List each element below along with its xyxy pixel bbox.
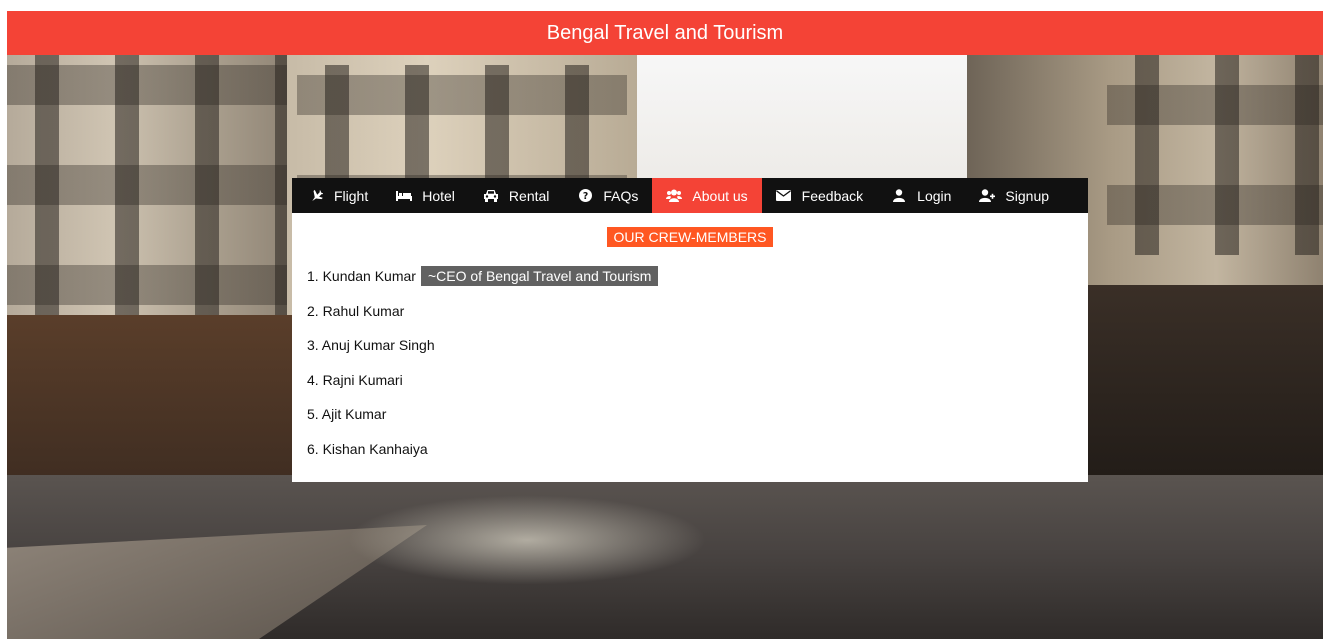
- nav-item-feedback[interactable]: Feedback: [762, 178, 877, 213]
- list-item: 5. Ajit Kumar: [307, 397, 1088, 432]
- users-icon: [666, 189, 683, 202]
- member-name: 2. Rahul Kumar: [307, 302, 405, 319]
- plane-icon: [308, 189, 324, 203]
- nav-item-hotel[interactable]: Hotel: [382, 178, 469, 213]
- member-name: 1. Kundan Kumar: [307, 268, 416, 285]
- crew-title-wrap: OUR CREW-MEMBERS: [292, 227, 1088, 247]
- car-icon: [483, 189, 499, 202]
- nav-item-about-us[interactable]: About us: [652, 178, 762, 213]
- nav-label-feedback: Feedback: [801, 187, 864, 204]
- svg-text:?: ?: [583, 191, 588, 202]
- list-item: 6. Kishan Kanhaiya: [307, 432, 1088, 467]
- list-item: 2. Rahul Kumar: [307, 294, 1088, 329]
- user-icon: [891, 189, 907, 202]
- list-item: 3. Anuj Kumar Singh: [307, 328, 1088, 363]
- user-plus-icon: [979, 189, 996, 202]
- nav-bar: Flight Hotel Rental ? FAQs About us Feed…: [292, 178, 1088, 213]
- list-item: 4. Rajni Kumari: [307, 363, 1088, 398]
- member-role-badge: ~CEO of Bengal Travel and Tourism: [420, 266, 659, 287]
- envelope-icon: [776, 190, 792, 201]
- bed-icon: [396, 190, 413, 202]
- content-panel: Flight Hotel Rental ? FAQs About us Feed…: [292, 178, 1088, 482]
- member-name: 6. Kishan Kanhaiya: [307, 440, 428, 457]
- nav-label-faqs: FAQs: [603, 187, 639, 204]
- nav-item-flight[interactable]: Flight: [292, 178, 382, 213]
- nav-item-faqs[interactable]: ? FAQs: [563, 178, 652, 213]
- list-item: 1. Kundan Kumar ~CEO of Bengal Travel an…: [307, 259, 1088, 294]
- nav-item-login[interactable]: Login: [877, 178, 965, 213]
- member-name: 4. Rajni Kumari: [307, 371, 403, 388]
- nav-label-about-us: About us: [692, 187, 748, 204]
- nav-label-login: Login: [917, 187, 952, 204]
- crew-title: OUR CREW-MEMBERS: [606, 227, 774, 247]
- nav-label-signup: Signup: [1005, 187, 1050, 204]
- nav-label-flight: Flight: [334, 187, 369, 204]
- member-name: 5. Ajit Kumar: [307, 406, 387, 423]
- nav-label-rental: Rental: [508, 187, 550, 204]
- question-circle-icon: ?: [577, 189, 593, 202]
- member-name: 3. Anuj Kumar Singh: [307, 337, 435, 354]
- site-title: Bengal Travel and Tourism: [546, 22, 784, 44]
- nav-item-signup[interactable]: Signup: [965, 178, 1063, 213]
- site-header: Bengal Travel and Tourism: [7, 11, 1323, 55]
- nav-item-rental[interactable]: Rental: [469, 178, 563, 213]
- nav-label-hotel: Hotel: [422, 187, 455, 204]
- crew-member-list: 1. Kundan Kumar ~CEO of Bengal Travel an…: [292, 259, 1088, 466]
